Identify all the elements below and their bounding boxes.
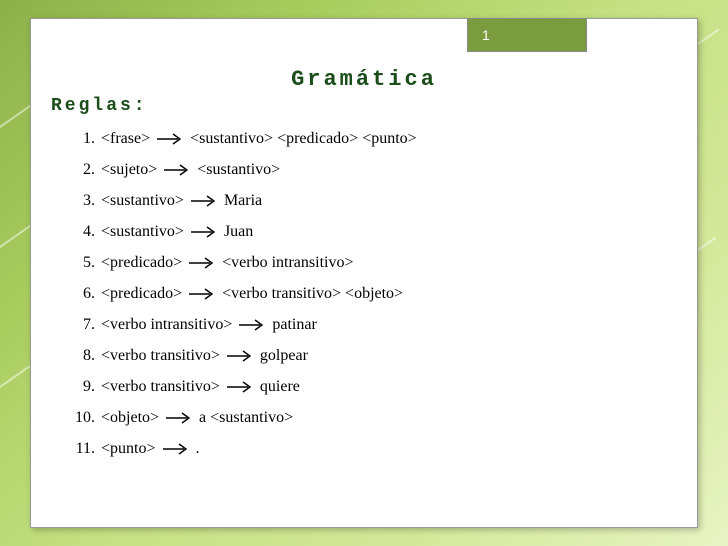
arrow-icon (190, 194, 218, 208)
rule-number: 5. (67, 254, 95, 272)
rule-lhs: <verbo intransitivo> (101, 316, 232, 334)
rule-rhs: <verbo intransitivo> (222, 254, 353, 272)
rule-lhs: <objeto> (101, 409, 159, 427)
rule-item: 1. <frase> <sustantivo> <predicado> <punto… (67, 130, 667, 148)
arrow-icon (238, 318, 266, 332)
rule-lhs: <verbo transitivo> (101, 378, 220, 396)
arrow-icon (156, 132, 184, 146)
rule-rhs: <verbo transitivo> <objeto> (222, 285, 403, 303)
arrow-icon (188, 287, 216, 301)
rule-lhs: <punto> (101, 440, 156, 458)
slide-subtitle: Reglas: (51, 96, 667, 116)
arrow-icon (165, 411, 193, 425)
rule-rhs: Maria (224, 192, 262, 210)
rule-number: 2. (67, 161, 95, 179)
rule-item: 4. <sustantivo> Juan (67, 223, 667, 241)
page-number-badge: 1 (467, 18, 587, 52)
rule-rhs: <sustantivo> (197, 161, 280, 179)
rule-number: 7. (67, 316, 95, 334)
rules-list: 1. <frase> <sustantivo> <predicado> <punto… (61, 130, 667, 458)
rule-lhs: <verbo transitivo> (101, 347, 220, 365)
arrow-icon (188, 256, 216, 270)
rule-lhs: <sustantivo> (101, 223, 184, 241)
rule-item: 11. <punto>. (67, 440, 667, 458)
rule-lhs: <sujeto> (101, 161, 157, 179)
arrow-icon (226, 380, 254, 394)
rule-rhs: . (196, 440, 200, 458)
arrow-icon (162, 442, 190, 456)
rule-lhs: <sustantivo> (101, 192, 184, 210)
rule-number: 4. (67, 223, 95, 241)
arrow-icon (226, 349, 254, 363)
rule-item: 2. <sujeto> <sustantivo> (67, 161, 667, 179)
slide-title: Gramática (61, 67, 667, 92)
rule-item: 10. <objeto> a <sustantivo> (67, 409, 667, 427)
rule-item: 5. <predicado> <verbo intransitivo> (67, 254, 667, 272)
rule-rhs: quiere (260, 378, 300, 396)
rule-item: 8. <verbo transitivo> golpear (67, 347, 667, 365)
rule-number: 9. (67, 378, 95, 396)
rule-number: 8. (67, 347, 95, 365)
rule-number: 1. (67, 130, 95, 148)
rule-rhs: Juan (224, 223, 253, 241)
arrow-icon (190, 225, 218, 239)
rule-rhs: a <sustantivo> (199, 409, 293, 427)
rule-item: 3. <sustantivo> Maria (67, 192, 667, 210)
rule-number: 10. (67, 409, 95, 427)
slide-content: Gramática Reglas: 1. <frase> <sustantivo> … (31, 19, 697, 481)
arrow-icon (163, 163, 191, 177)
rule-item: 7. <verbo intransitivo> patinar (67, 316, 667, 334)
slide-card: 1 Gramática Reglas: 1. <frase> <sustantivo… (30, 18, 698, 528)
rule-lhs: <predicado> (101, 254, 182, 272)
rule-number: 6. (67, 285, 95, 303)
rule-item: 9. <verbo transitivo> quiere (67, 378, 667, 396)
rule-lhs: <predicado> (101, 285, 182, 303)
rule-item: 6. <predicado> <verbo transitivo> <objeto> (67, 285, 667, 303)
rule-rhs: patinar (272, 316, 316, 334)
rule-number: 11. (67, 440, 95, 458)
rule-number: 3. (67, 192, 95, 210)
page-number: 1 (482, 27, 490, 43)
rule-rhs: golpear (260, 347, 308, 365)
rule-rhs: <sustantivo> <predicado> <punto> (190, 130, 417, 148)
rule-lhs: <frase> (101, 130, 150, 148)
